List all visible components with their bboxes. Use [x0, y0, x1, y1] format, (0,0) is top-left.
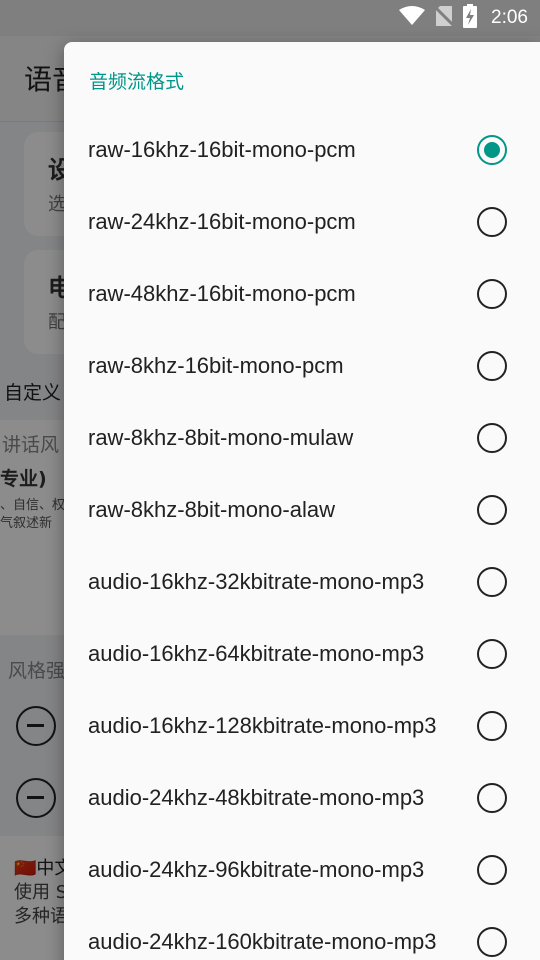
option-raw-8khz-8bit-mono-mulaw[interactable]: raw-8khz-8bit-mono-mulaw	[64, 402, 540, 474]
radio-selected-icon[interactable]	[477, 135, 507, 165]
audio-format-dialog: 音频流格式 raw-16khz-16bit-mono-pcm raw-24khz…	[64, 42, 540, 960]
option-raw-24khz-16bit-mono-pcm[interactable]: raw-24khz-16bit-mono-pcm	[64, 186, 540, 258]
no-sim-icon	[433, 5, 455, 31]
option-label: audio-24khz-160kbitrate-mono-mp3	[88, 929, 437, 954]
status-icons: 2:06	[399, 0, 528, 36]
option-audio-24khz-160kbitrate-mono-mp3[interactable]: audio-24khz-160kbitrate-mono-mp3	[64, 906, 540, 960]
option-label: audio-16khz-64kbitrate-mono-mp3	[88, 641, 425, 666]
option-audio-16khz-128kbitrate-mono-mp3[interactable]: audio-16khz-128kbitrate-mono-mp3	[64, 690, 540, 762]
radio-unselected-icon[interactable]	[477, 495, 507, 525]
option-label: audio-16khz-32kbitrate-mono-mp3	[88, 569, 425, 594]
option-audio-24khz-48kbitrate-mono-mp3[interactable]: audio-24khz-48kbitrate-mono-mp3	[64, 762, 540, 834]
radio-unselected-icon[interactable]	[477, 711, 507, 741]
wifi-icon	[399, 6, 426, 30]
radio-unselected-icon[interactable]	[477, 927, 507, 957]
option-label: raw-16khz-16bit-mono-pcm	[88, 137, 356, 162]
option-raw-8khz-8bit-mono-alaw[interactable]: raw-8khz-8bit-mono-alaw	[64, 474, 540, 546]
radio-unselected-icon[interactable]	[477, 351, 507, 381]
option-label: raw-48khz-16bit-mono-pcm	[88, 281, 356, 306]
status-bar: 2:06	[0, 0, 540, 36]
option-audio-16khz-64kbitrate-mono-mp3[interactable]: audio-16khz-64kbitrate-mono-mp3	[64, 618, 540, 690]
option-label: audio-16khz-128kbitrate-mono-mp3	[88, 713, 437, 738]
radio-unselected-icon[interactable]	[477, 279, 507, 309]
option-label: raw-8khz-16bit-mono-pcm	[88, 353, 344, 378]
radio-unselected-icon[interactable]	[477, 423, 507, 453]
radio-unselected-icon[interactable]	[477, 567, 507, 597]
option-label: audio-24khz-96kbitrate-mono-mp3	[88, 857, 425, 882]
option-label: audio-24khz-48kbitrate-mono-mp3	[88, 785, 425, 810]
option-label: raw-8khz-8bit-mono-mulaw	[88, 425, 354, 450]
radio-unselected-icon[interactable]	[477, 783, 507, 813]
option-raw-16khz-16bit-mono-pcm[interactable]: raw-16khz-16bit-mono-pcm	[64, 114, 540, 186]
radio-unselected-icon[interactable]	[477, 207, 507, 237]
option-raw-48khz-16bit-mono-pcm[interactable]: raw-48khz-16bit-mono-pcm	[64, 258, 540, 330]
radio-unselected-icon[interactable]	[477, 855, 507, 885]
radio-unselected-icon[interactable]	[477, 639, 507, 669]
option-audio-16khz-32kbitrate-mono-mp3[interactable]: audio-16khz-32kbitrate-mono-mp3	[64, 546, 540, 618]
dialog-title: 音频流格式	[89, 71, 185, 93]
option-label: raw-8khz-8bit-mono-alaw	[88, 497, 335, 522]
battery-charging-icon	[463, 4, 478, 32]
option-audio-24khz-96kbitrate-mono-mp3[interactable]: audio-24khz-96kbitrate-mono-mp3	[64, 834, 540, 906]
option-raw-8khz-16bit-mono-pcm[interactable]: raw-8khz-16bit-mono-pcm	[64, 330, 540, 402]
status-time: 2:06	[491, 7, 528, 28]
option-label: raw-24khz-16bit-mono-pcm	[88, 209, 356, 234]
